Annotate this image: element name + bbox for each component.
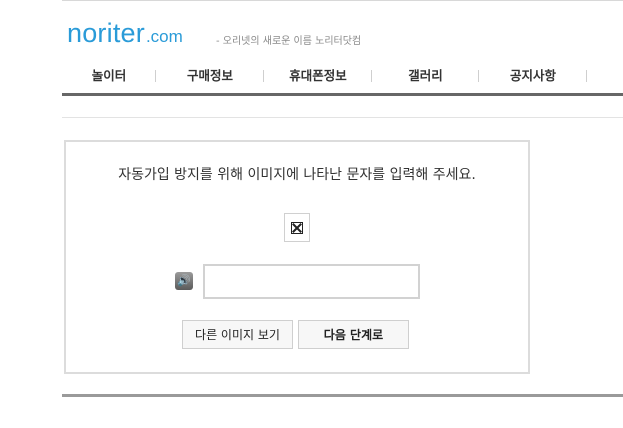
- nav-item-purchase-info[interactable]: 구매정보: [156, 64, 264, 88]
- nav-item-gallery[interactable]: 갤러리: [372, 64, 479, 88]
- nav-item-phone-info[interactable]: 휴대폰정보: [264, 64, 372, 88]
- captcha-input[interactable]: [203, 264, 420, 299]
- nav-underline: [62, 93, 623, 96]
- other-image-button[interactable]: 다른 이미지 보기: [182, 320, 293, 349]
- broken-image-icon: [291, 222, 303, 234]
- captcha-panel: 자동가입 방지를 위해 이미지에 나타난 문자를 입력해 주세요. 🔊 다른 이…: [64, 140, 530, 374]
- captcha-instruction: 자동가입 방지를 위해 이미지에 나타난 문자를 입력해 주세요.: [118, 167, 476, 183]
- footer-divider: [62, 394, 623, 397]
- logo-text: noriter: [67, 18, 145, 48]
- site-slogan: - 오리넷의 새로운 이름 노리터닷컴: [216, 36, 362, 47]
- nav-item-notice[interactable]: 공지사항: [479, 64, 587, 88]
- main-navigation: 놀이터 구매정보 휴대폰정보 갤러리 공지사항: [62, 64, 623, 88]
- speaker-icon[interactable]: 🔊: [175, 272, 193, 290]
- nav-item-playground[interactable]: 놀이터: [62, 64, 156, 88]
- next-step-button[interactable]: 다음 단계로: [298, 320, 409, 349]
- top-divider: [62, 0, 623, 1]
- site-logo[interactable]: noriter .com: [67, 18, 183, 50]
- content-divider: [62, 117, 623, 118]
- captcha-image: [284, 213, 310, 242]
- logo-domain-suffix: .com: [145, 27, 183, 46]
